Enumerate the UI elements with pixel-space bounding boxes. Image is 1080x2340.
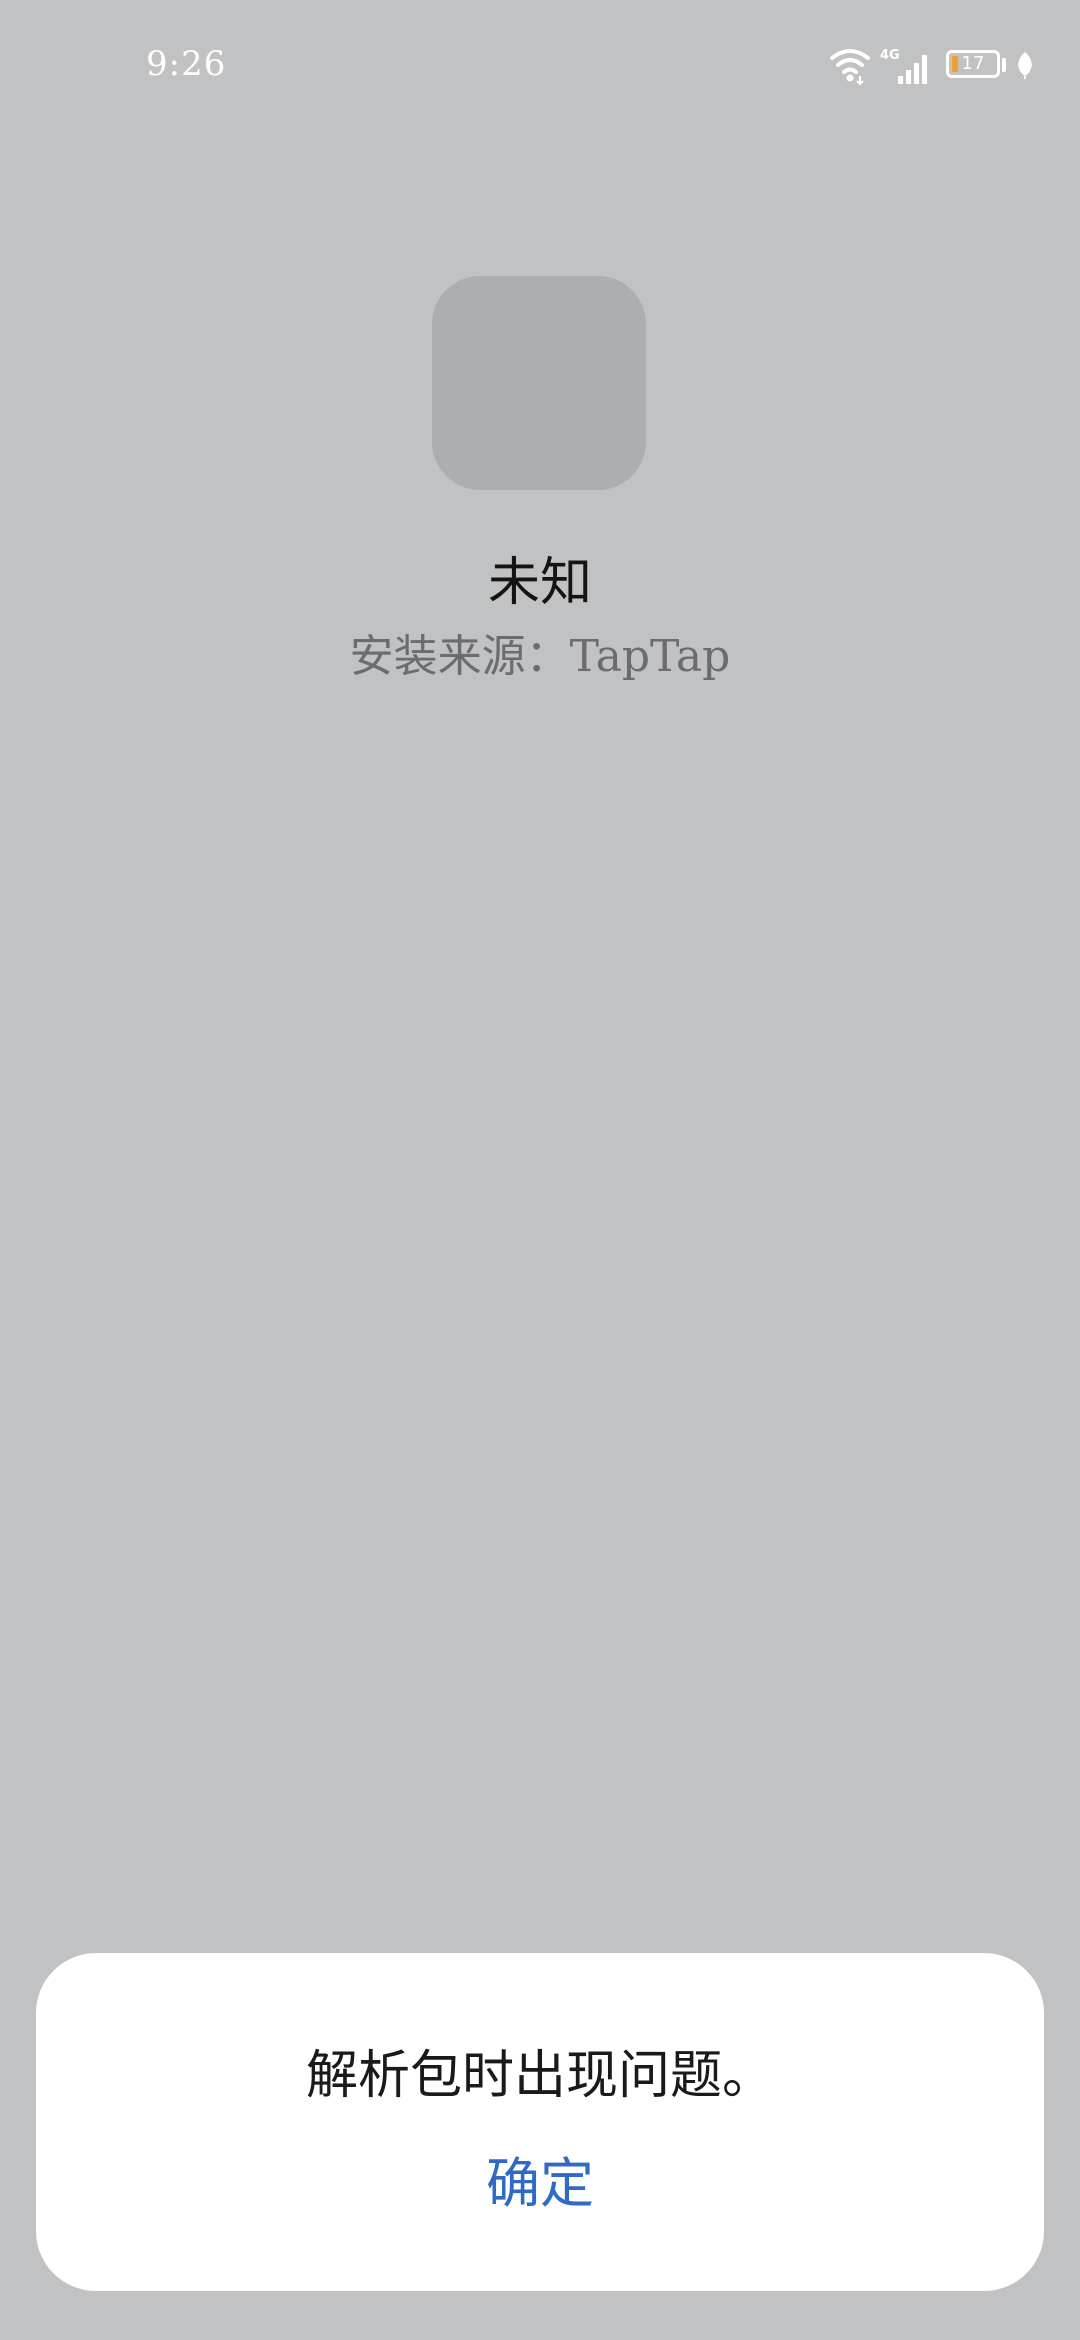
error-dialog: 解析包时出现问题。 确定 [36, 1953, 1044, 2291]
cellular-signal-icon: 4G [880, 48, 927, 84]
network-type-label: 4G [880, 48, 900, 63]
dialog-message: 解析包时出现问题。 [305, 2046, 774, 2106]
confirm-button[interactable]: 确定 [440, 2139, 640, 2229]
battery-icon: 17 [946, 50, 1000, 78]
install-source: 安装来源：TapTap [349, 631, 731, 682]
app-icon-placeholder [432, 276, 646, 490]
battery-cap [1002, 58, 1006, 72]
status-icons: 4G 17 [828, 44, 1038, 88]
wifi-icon [830, 49, 870, 86]
status-bar: 9:26 4G 17 [0, 0, 1080, 130]
battery-level: 17 [961, 53, 985, 74]
leaf-icon [1018, 52, 1032, 79]
status-time: 9:26 [146, 44, 227, 84]
app-name: 未知 [487, 553, 592, 613]
